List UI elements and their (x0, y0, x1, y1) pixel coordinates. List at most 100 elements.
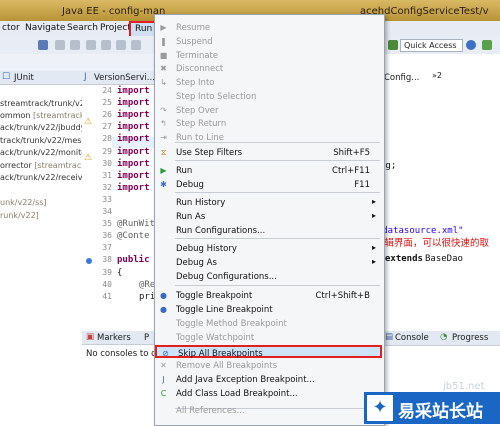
menu-item-disconnect[interactable]: ✖ Disconnect (155, 62, 382, 75)
menu-item-run-as[interactable]: Run As ▸ (155, 210, 382, 223)
toolbar-icon[interactable] (388, 40, 398, 50)
menu-item-shortcut: Ctrl+Shift+B (315, 291, 370, 301)
code-text: pri (139, 292, 156, 302)
run-icon: ▶ (160, 166, 167, 175)
menu-item-run-history[interactable]: Run History ▸ (155, 196, 382, 209)
menu-item-skip-all-breakpoints[interactable]: ⊘ Skip All Breakpoints (155, 345, 382, 359)
menu-separator (175, 160, 380, 161)
code-text: { (117, 268, 123, 278)
list-item[interactable]: runk/v22] (0, 211, 82, 220)
menu-item-label: Toggle Watchpoint (176, 333, 255, 343)
tab-properties[interactable]: P (144, 333, 149, 343)
code-line: import (117, 171, 150, 181)
menu-item-step-into[interactable]: ↳ Step Into (155, 76, 382, 89)
line-number: 27 (102, 122, 112, 131)
menu-item-terminate[interactable]: ■ Terminate (155, 49, 382, 62)
console-tabs: ▤ Console ◔ Progress (382, 331, 500, 346)
code-line: import (117, 122, 150, 132)
code-keyword: import (117, 110, 150, 120)
menu-item-remove-all-breakpoints[interactable]: ✕ Remove All Breakpoints (155, 359, 382, 372)
code-line: { (117, 268, 122, 278)
menu-item-run-configurations[interactable]: Run Configurations... (155, 224, 382, 237)
menu-item-use-step-filters[interactable]: ⧖ Use Step Filters Shift+F5 (155, 146, 382, 159)
tab-overflow[interactable]: »2 (432, 71, 442, 80)
list-item[interactable]: orrector [streamtrack/ (0, 161, 82, 170)
menu-item-toggle-method-breakpoint[interactable]: Toggle Method Breakpoint (155, 317, 382, 330)
menu-item-debug-history[interactable]: Debug History ▸ (155, 242, 382, 255)
watermark-site: jb51.net (443, 381, 485, 392)
menu-item-label: Run (176, 166, 193, 176)
perspective-icon[interactable] (482, 40, 492, 50)
menu-item-add-class-load-breakpoint[interactable]: C Add Class Load Breakpoint... (155, 387, 382, 400)
quick-access-field[interactable]: Quick Access (400, 39, 463, 52)
toolbar-icon[interactable] (131, 40, 141, 50)
toolbar-icon[interactable] (86, 40, 96, 50)
menu-item-label: Debug Configurations... (176, 272, 277, 282)
tab-console[interactable]: Console (395, 333, 429, 343)
tab-junit[interactable]: JUnit (14, 73, 34, 83)
toolbar-icon[interactable] (55, 40, 65, 50)
code-text: @RunWit (117, 219, 155, 229)
menu-item-all-references[interactable]: All References... (155, 404, 382, 417)
line-number: 30 (102, 159, 112, 168)
line-number: 29 (102, 147, 112, 156)
code-line: @Re (117, 280, 155, 290)
menu-search[interactable]: Search (67, 23, 98, 33)
menu-item-label: All References... (176, 406, 245, 416)
menu-item-step-into-selection[interactable]: Step Into Selection (155, 90, 382, 103)
progress-icon: ◔ (440, 332, 448, 342)
warning-marker-icon: ⚠ (84, 117, 93, 127)
menu-item-run[interactable]: ▶ Run Ctrl+F11 (155, 164, 382, 177)
menu-item-run-to-line[interactable]: ⇥ Run to Line (155, 131, 382, 144)
menu-item-toggle-watchpoint[interactable]: Toggle Watchpoint (155, 331, 382, 344)
toolbar-icon[interactable] (101, 40, 111, 50)
menu-item-label: Suspend (176, 37, 213, 47)
menu-item-toggle-line-breakpoint[interactable]: ● Toggle Line Breakpoint (155, 303, 382, 316)
menu-refactor[interactable]: ctor (2, 23, 20, 33)
menu-item-debug-configurations[interactable]: Debug Configurations... (155, 270, 382, 283)
debug-icon: ✱ (160, 180, 167, 189)
toolbar-icon[interactable] (38, 40, 48, 50)
menu-item-label: Use Step Filters (176, 148, 243, 158)
list-item[interactable]: ack/trunk/v22/receive (0, 173, 82, 182)
menu-item-suspend[interactable]: ❚ Suspend (155, 35, 382, 48)
code-keyword: public (117, 255, 150, 265)
menu-item-step-over[interactable]: ↷ Step Over (155, 104, 382, 117)
menu-item-toggle-breakpoint[interactable]: ● Toggle Breakpoint Ctrl+Shift+B (155, 289, 382, 302)
menu-item-shortcut: F11 (354, 180, 370, 190)
code-editor-right[interactable] (380, 54, 500, 324)
menu-item-label: Toggle Breakpoint (176, 291, 253, 301)
menu-navigate[interactable]: Navigate (25, 23, 65, 33)
suspend-icon: ❚ (160, 37, 167, 46)
line-number: 28 (102, 134, 112, 143)
menu-item-debug[interactable]: ✱ Debug F11 (155, 178, 382, 191)
list-item[interactable]: ack/trunk/v22/monito (0, 148, 82, 157)
line-number: 32 (102, 183, 112, 192)
line-number: 37 (102, 243, 112, 252)
menu-item-step-return[interactable]: ↰ Step Return (155, 117, 382, 130)
tab-versionservice[interactable]: VersionServi... (94, 73, 155, 83)
list-item[interactable]: streamtrack/trunk/v22/ (0, 99, 82, 108)
tab-progress[interactable]: Progress (452, 333, 488, 343)
menu-item-resume[interactable]: ▶ Resume (155, 21, 382, 34)
toolbar-icon[interactable] (70, 40, 80, 50)
list-item[interactable]: ommon [streamtrack/ (0, 111, 82, 120)
menu-item-debug-as[interactable]: Debug As ▸ (155, 256, 382, 269)
line-number: 31 (102, 171, 112, 180)
list-item[interactable]: ack/trunk/v22/jbuddy] (0, 123, 82, 132)
code-line: import (117, 86, 150, 96)
menu-item-add-java-exception-breakpoint[interactable]: J Add Java Exception Breakpoint... (155, 373, 382, 386)
code-line: public (117, 255, 150, 265)
menu-project[interactable]: Project (100, 23, 131, 33)
line-number: 39 (102, 268, 112, 277)
perspective-icon[interactable] (466, 40, 476, 50)
junit-icon: ☐ (2, 72, 11, 82)
submenu-arrow-icon: ▸ (371, 243, 376, 252)
list-item[interactable]: track/trunk/v22/messa (0, 136, 82, 145)
list-item[interactable]: unk/v22/ss] (0, 198, 82, 207)
tab-markers[interactable]: Markers (97, 333, 131, 343)
breakpoint-marker-icon (86, 258, 92, 264)
tab-config[interactable]: Config... (384, 73, 419, 83)
toolbar-icon[interactable] (116, 40, 126, 50)
code-keyword: import (117, 98, 150, 108)
